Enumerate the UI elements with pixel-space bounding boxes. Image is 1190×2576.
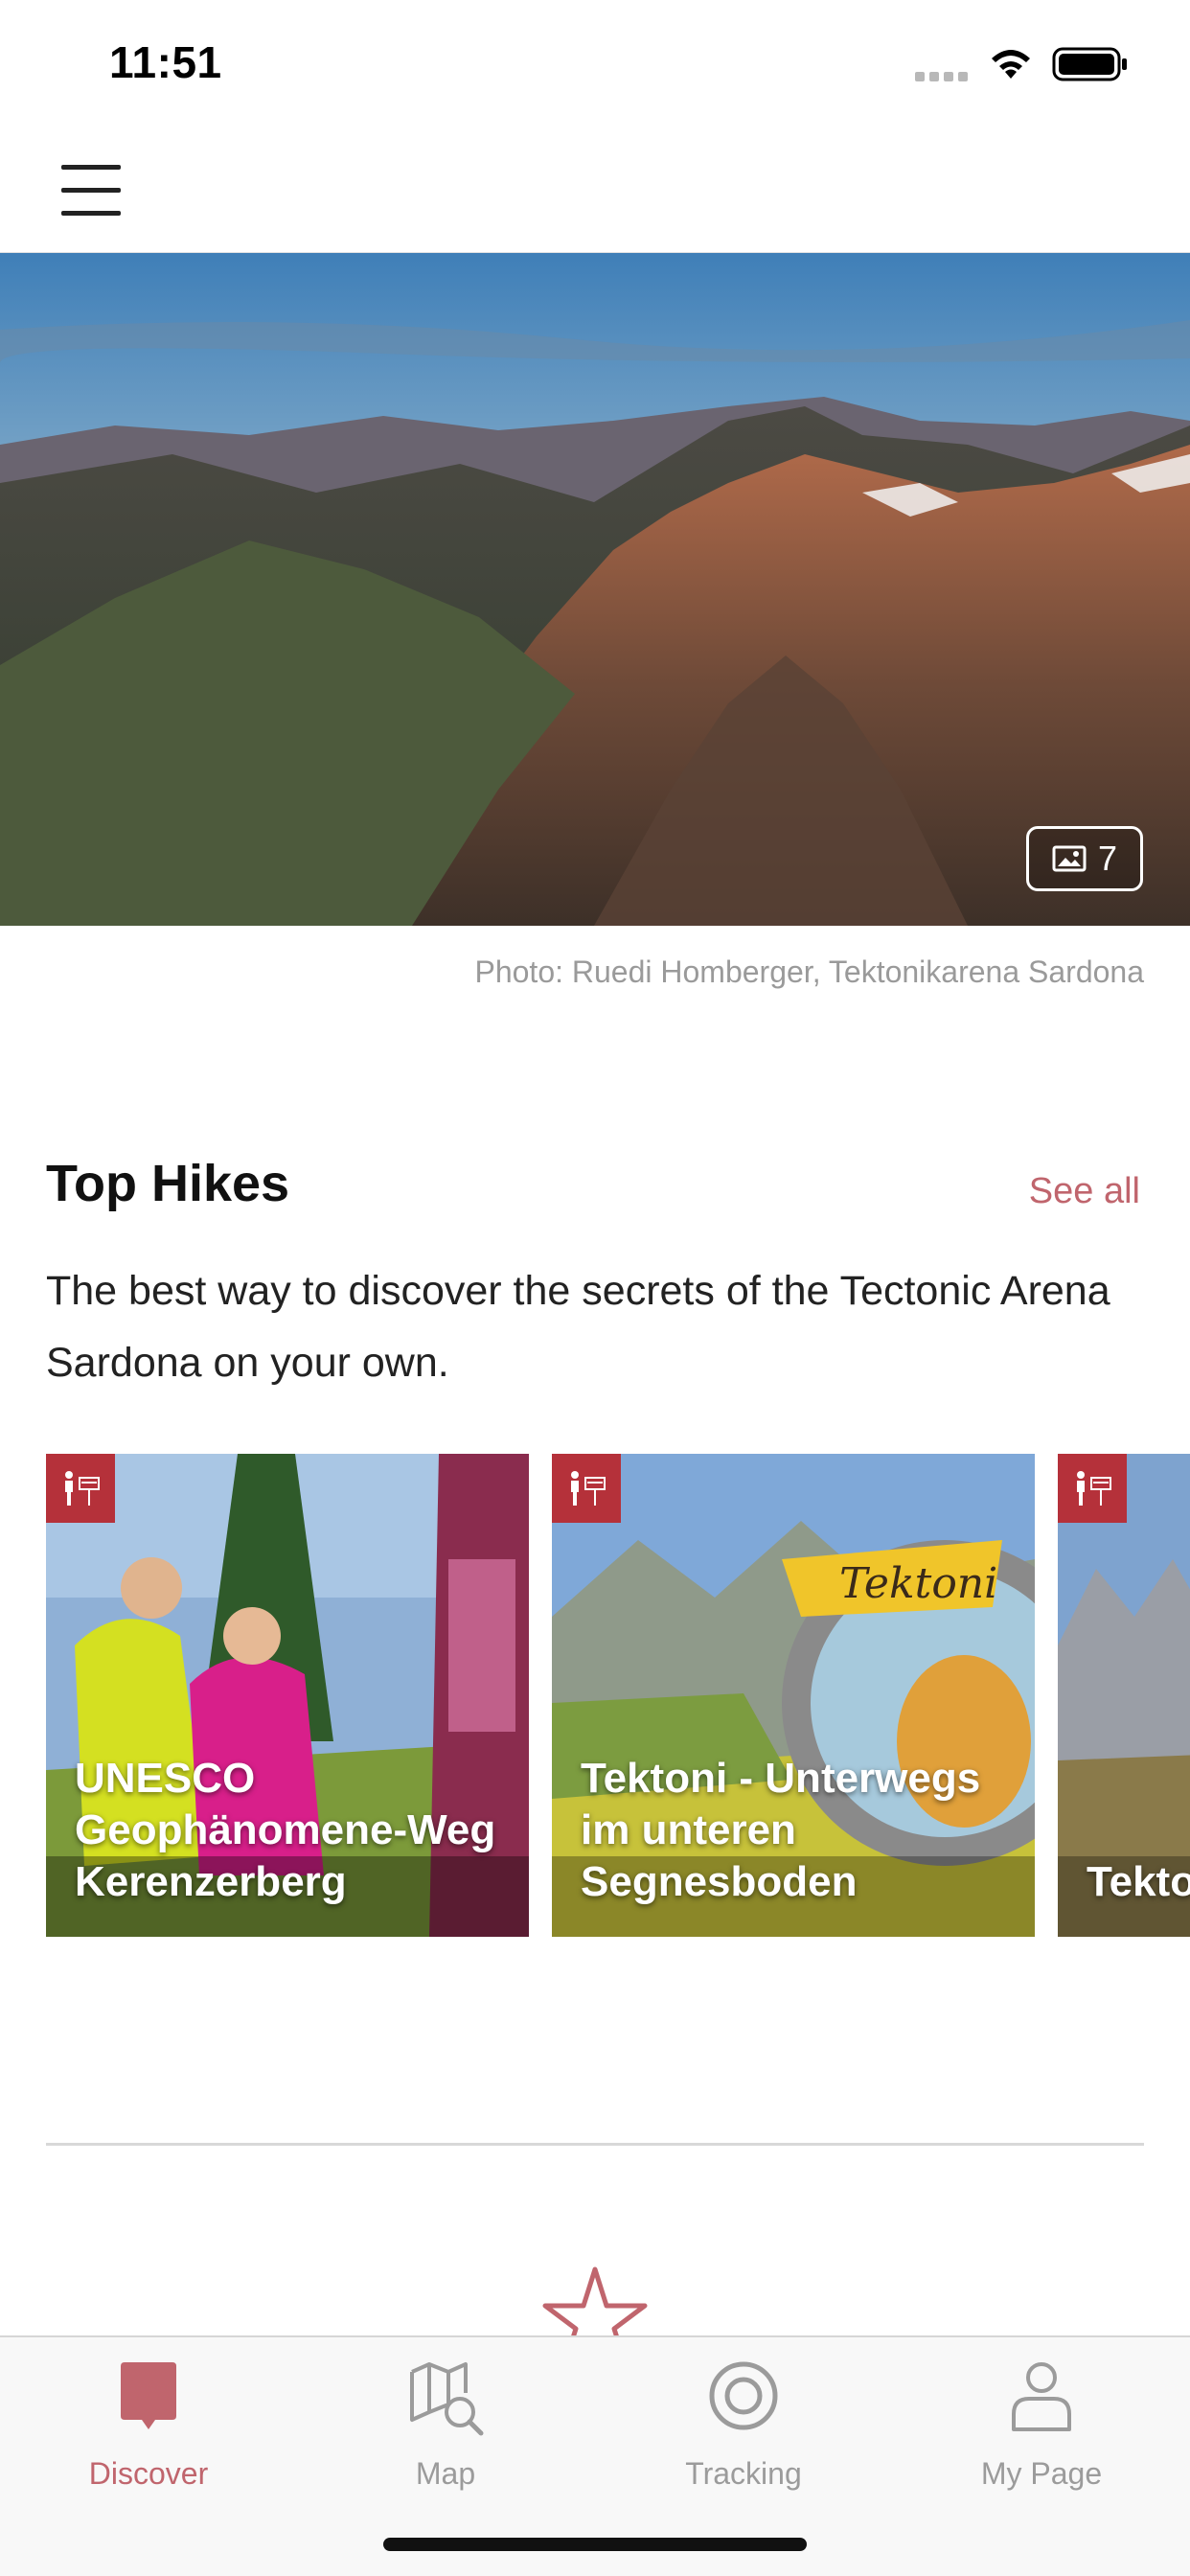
image-icon	[1052, 845, 1087, 872]
home-indicator	[383, 2538, 807, 2551]
app-header	[0, 126, 1190, 254]
tab-discover[interactable]: Discover	[0, 2337, 297, 2510]
hike-card[interactable]: UNESCO Geophänomene-Weg Kerenzerberg	[46, 1454, 529, 1937]
tab-my-page[interactable]: My Page	[893, 2337, 1190, 2510]
cellular-signal-icon	[915, 72, 968, 81]
see-all-link[interactable]: See all	[1029, 1171, 1140, 1212]
hiking-tag	[1058, 1454, 1127, 1523]
hike-cards-carousel[interactable]: UNESCO Geophänomene-Weg Kerenzerberg Tek…	[46, 1454, 1190, 1937]
hike-card-title: UNESCO Geophänomene-Weg Kerenzerberg	[75, 1755, 496, 1905]
hike-card[interactable]: Tektoni Tektoni - Unterwegs im unteren S…	[552, 1454, 1035, 1937]
hiking-icon	[65, 1471, 100, 1506]
status-time: 11:51	[109, 37, 222, 87]
status-bar: 11:51	[0, 0, 1190, 126]
map-icon	[410, 2362, 484, 2436]
photo-credit: Photo: Ruedi Homberger, Tektonikarena Sa…	[474, 954, 1144, 989]
gallery-count: 7	[1097, 839, 1118, 878]
hike-card[interactable]: Tektoni flight Martin	[1058, 1454, 1190, 1937]
section-divider	[46, 2143, 1144, 2146]
tab-label: Map	[415, 2456, 476, 2491]
section-title: Top Hikes	[46, 1155, 290, 1212]
hiking-tag	[46, 1454, 115, 1523]
hiking-tag	[552, 1454, 621, 1523]
hero-image[interactable]	[0, 253, 1190, 926]
menu-icon	[61, 165, 121, 170]
svg-text:Tektoni: Tektoni	[839, 1559, 997, 1608]
tab-label: Discover	[88, 2456, 209, 2491]
hiking-icon	[1077, 1471, 1111, 1506]
star-icon	[542, 2266, 648, 2340]
mountain-landscape-image	[0, 253, 1190, 926]
menu-button[interactable]	[61, 165, 121, 217]
discover-icon	[121, 2362, 176, 2429]
tab-label: My Page	[980, 2456, 1103, 2491]
wifi-icon	[992, 50, 1030, 79]
hike-card-title: Tektoni - Unterwegs im unteren Segnesbod…	[581, 1755, 981, 1905]
profile-icon	[1012, 2362, 1071, 2431]
tab-map[interactable]: Map	[297, 2337, 594, 2510]
gallery-count-badge[interactable]: 7	[1026, 826, 1143, 891]
tracking-icon	[709, 2361, 778, 2430]
section-description: The best way to discover the secrets of …	[46, 1268, 1110, 1386]
tab-tracking[interactable]: Tracking	[595, 2337, 892, 2510]
tab-label: Tracking	[685, 2456, 802, 2491]
hiking-icon	[571, 1471, 606, 1506]
hike-card-title: Tektoni flight Martin	[1087, 1858, 1190, 1905]
battery-icon	[1052, 47, 1127, 81]
